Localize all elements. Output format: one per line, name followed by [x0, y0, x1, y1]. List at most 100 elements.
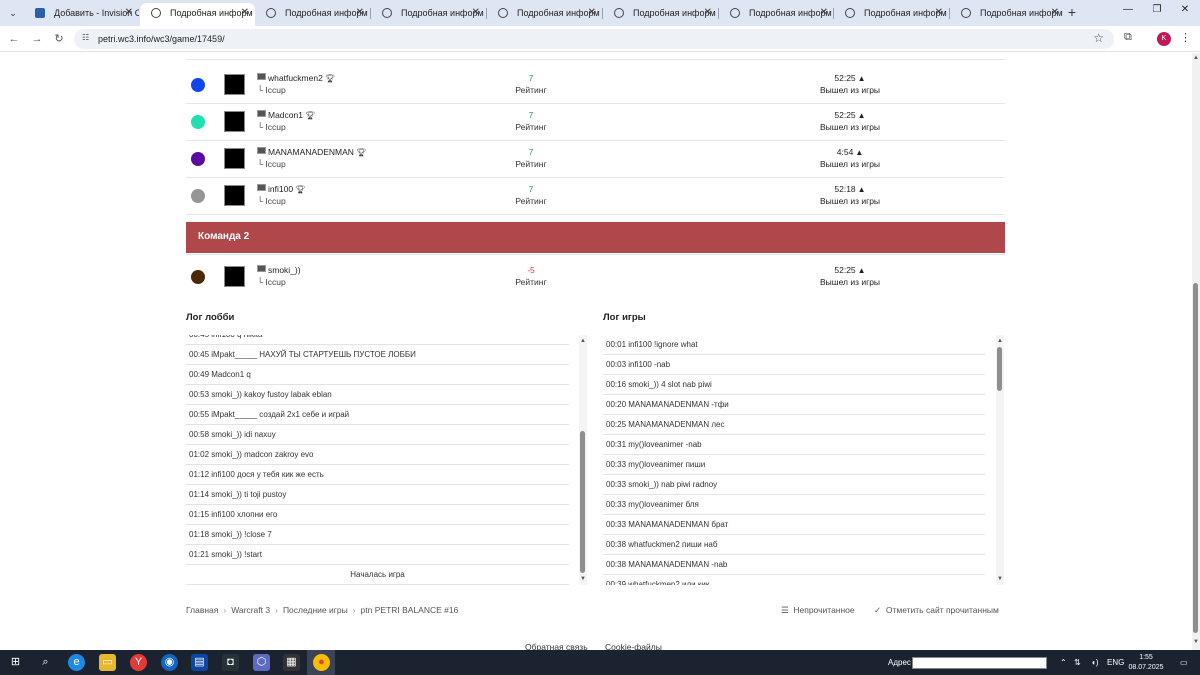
breadcrumb-home[interactable]: Главная: [186, 605, 218, 615]
player-avatar[interactable]: [224, 74, 245, 95]
player-server: └ Iccup: [257, 159, 286, 169]
chevron-right-icon: ›: [275, 605, 278, 615]
browser-tab[interactable]: Подробная информ ✕: [719, 3, 834, 26]
url-field[interactable]: ☷ petri.wc3.info/wc3/game/17459/ ☆: [74, 29, 1114, 49]
close-tab-icon[interactable]: ✕: [356, 3, 364, 23]
taskbar-clock[interactable]: 1:55 08.07.2025: [1128, 653, 1164, 673]
warning-icon: ▲: [857, 266, 866, 275]
log-entry: 00:38 MANAMANADENMAN -nab: [603, 555, 985, 575]
browser-tab[interactable]: Подробная информ ✕: [950, 3, 1065, 26]
browser-tab[interactable]: Подробная информ ✕: [371, 3, 486, 26]
scroll-up-icon[interactable]: ▲: [579, 337, 587, 345]
profile-avatar[interactable]: K: [1157, 32, 1171, 46]
network-icon[interactable]: ⇅: [1074, 657, 1081, 669]
app-icon[interactable]: ⬡: [253, 654, 270, 671]
player-avatar[interactable]: [224, 148, 245, 169]
windows-start-icon[interactable]: ⊞: [7, 654, 24, 671]
unread-link[interactable]: ☰ Непрочитанное: [781, 604, 855, 616]
game-log-scroll-thumb[interactable]: [997, 347, 1002, 391]
app-icon[interactable]: ▦: [283, 654, 300, 671]
game-log-scrollbar[interactable]: ▲ ▼: [996, 335, 1004, 585]
player-avatar[interactable]: [224, 266, 245, 287]
volume-icon[interactable]: ◖): [1091, 657, 1099, 669]
page-scrollbar[interactable]: ▲ ▼: [1192, 53, 1200, 650]
close-tab-icon[interactable]: ✕: [472, 3, 480, 23]
notifications-icon[interactable]: ▭: [1180, 657, 1188, 669]
mark-read-link[interactable]: ✓ Отметить сайт прочитанным: [874, 604, 999, 616]
file-explorer-icon[interactable]: ▭: [99, 654, 116, 671]
breadcrumb-warcraft3[interactable]: Warcraft 3: [231, 605, 270, 615]
taskbar-address-input[interactable]: [912, 657, 1047, 669]
scroll-down-icon[interactable]: ▼: [1192, 639, 1200, 645]
forward-icon[interactable]: →: [29, 31, 45, 47]
new-tab-button[interactable]: +: [1064, 3, 1080, 21]
breadcrumb-recent-games[interactable]: Последние игры: [283, 605, 348, 615]
mark-read-label[interactable]: Отметить сайт прочитанным: [886, 605, 999, 615]
player-server: └ Iccup: [257, 85, 286, 95]
player-color-dot: [191, 152, 205, 166]
edge-icon[interactable]: e: [68, 654, 85, 671]
camera-icon[interactable]: ◘: [222, 654, 239, 671]
site-info-icon[interactable]: ☷: [82, 33, 92, 43]
page-scroll-thumb[interactable]: [1193, 283, 1198, 633]
leave-status: Вышел из игры: [819, 196, 881, 206]
player-name-block[interactable]: smoki_)): [268, 264, 301, 276]
close-tab-icon[interactable]: ✕: [704, 3, 712, 23]
extensions-icon[interactable]: ⧉: [1124, 31, 1138, 45]
scroll-up-icon[interactable]: ▲: [1192, 55, 1200, 61]
browser-tab[interactable]: Подробная информ ✕: [834, 3, 949, 26]
app-icon[interactable]: ▤: [191, 654, 208, 671]
player-avatar[interactable]: [224, 111, 245, 132]
lobby-log-box[interactable]: 00:45 infi100 q nikita00:45 iMpakt_____ …: [186, 335, 569, 585]
game-log-box[interactable]: 00:01 infi100 !ignore what 00:03 infi100 …: [603, 335, 985, 585]
browser-tab[interactable]: Подробная информ ✕: [603, 3, 718, 26]
browser-tab[interactable]: Подробная информ ✕: [487, 3, 602, 26]
close-tab-icon[interactable]: ✕: [820, 3, 828, 23]
app-icon[interactable]: ◉: [161, 654, 178, 671]
player-color-dot: [191, 78, 205, 92]
close-tab-icon[interactable]: ✕: [241, 3, 249, 23]
language-indicator[interactable]: ENG: [1107, 657, 1124, 669]
player-avatar[interactable]: [224, 185, 245, 206]
cookies-link[interactable]: Cookie-файлы: [605, 641, 662, 650]
feedback-link[interactable]: Обратная связь: [525, 641, 588, 650]
url-text[interactable]: petri.wc3.info/wc3/game/17459/: [98, 32, 225, 46]
player-name[interactable]: whatfuckmen2: [268, 73, 323, 83]
close-window-icon[interactable]: ✕: [1175, 4, 1195, 15]
unread-label[interactable]: Непрочитанное: [793, 605, 854, 615]
browser-tab[interactable]: Подробная информ ✕: [255, 3, 370, 26]
globe-icon: [614, 8, 624, 18]
close-tab-icon[interactable]: ✕: [588, 3, 596, 23]
close-tab-icon[interactable]: ✕: [125, 3, 133, 23]
maximize-icon[interactable]: ❐: [1147, 4, 1167, 15]
bookmark-star-icon[interactable]: ☆: [1093, 31, 1104, 45]
minimize-icon[interactable]: —: [1118, 4, 1138, 15]
browser-tab[interactable]: Добавить - Invision C ✕: [24, 3, 139, 26]
back-icon[interactable]: ←: [6, 31, 22, 47]
lobby-log-scroll-thumb[interactable]: [580, 431, 585, 573]
lobby-log-scrollbar[interactable]: ▲ ▼: [579, 335, 587, 585]
log-entry: 00:49 Madcon1 q: [186, 365, 569, 385]
breadcrumb-current-game[interactable]: ptn PETRI BALANCE #16: [361, 605, 459, 615]
top-row-sep: [186, 59, 1005, 60]
search-icon[interactable]: ⌕: [37, 654, 54, 671]
player-name[interactable]: Madcon1: [268, 110, 303, 120]
browser-tab[interactable]: Подробная информ ✕: [140, 3, 255, 26]
close-tab-icon[interactable]: ✕: [1051, 3, 1059, 23]
scroll-down-icon[interactable]: ▼: [996, 575, 1004, 583]
tab-search-icon[interactable]: ⌄: [4, 5, 22, 21]
log-entry: 00:20 MANAMANADENMAN -тфи: [603, 395, 985, 415]
player-row: smoki_)) └ Iccup -5 Рейтинг 52:25 ▲ Вышел из и…: [186, 264, 1005, 301]
scroll-up-icon[interactable]: ▲: [996, 337, 1004, 345]
chrome-icon[interactable]: ●: [313, 654, 330, 671]
tray-chevron-icon[interactable]: ⌃: [1060, 657, 1067, 669]
close-tab-icon[interactable]: ✕: [935, 3, 943, 23]
player-name[interactable]: MANAMANADENMAN: [268, 147, 354, 157]
player-name[interactable]: smoki_)): [268, 265, 301, 275]
yandex-icon[interactable]: Y: [130, 654, 147, 671]
player-name[interactable]: infi100: [268, 184, 293, 194]
scroll-down-icon[interactable]: ▼: [579, 575, 587, 583]
rating-label: Рейтинг: [515, 277, 547, 287]
browser-menu-icon[interactable]: ⋮: [1180, 31, 1191, 44]
reload-icon[interactable]: ↻: [51, 31, 67, 47]
